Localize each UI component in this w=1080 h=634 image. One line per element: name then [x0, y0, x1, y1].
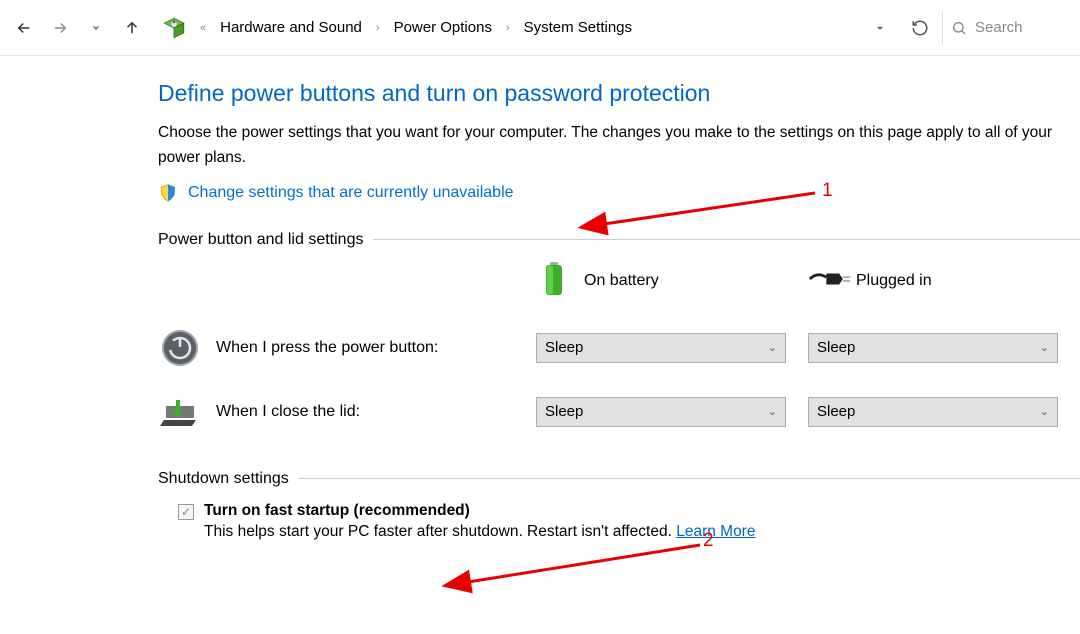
column-header-battery: On battery	[536, 261, 808, 302]
chevron-right-icon[interactable]: ›	[502, 22, 514, 34]
chevron-down-icon: ⌄	[768, 405, 777, 418]
fast-startup-checkbox[interactable]: ✓	[178, 504, 194, 520]
power-button-plugged-dropdown[interactable]: Sleep⌄	[808, 333, 1058, 363]
power-button-battery-dropdown[interactable]: Sleep⌄	[536, 333, 786, 363]
power-button-row: When I press the power button: Sleep⌄ Sl…	[158, 328, 1080, 368]
change-unavailable-settings-link[interactable]: Change settings that are currently unava…	[188, 184, 514, 202]
page-title: Define power buttons and turn on passwor…	[158, 80, 1080, 107]
up-button[interactable]	[116, 12, 148, 44]
forward-button[interactable]	[44, 12, 76, 44]
search-icon	[951, 20, 967, 36]
search-input[interactable]	[975, 19, 1055, 36]
close-lid-icon	[158, 394, 202, 430]
breadcrumb[interactable]: « Hardware and Sound › Power Options › S…	[196, 15, 858, 40]
close-lid-plugged-dropdown[interactable]: Sleep⌄	[808, 397, 1058, 427]
chevron-right-icon[interactable]: ›	[372, 22, 384, 34]
chevron-down-icon: ⌄	[768, 341, 777, 354]
content-area: Define power buttons and turn on passwor…	[0, 56, 1080, 541]
row-label-text: When I press the power button:	[216, 339, 438, 357]
toolbar: « Hardware and Sound › Power Options › S…	[0, 0, 1080, 56]
annotation-label-1: 1	[822, 180, 833, 202]
section-header-power-button: Power button and lid settings	[158, 231, 1080, 249]
fast-startup-description: This helps start your PC faster after sh…	[204, 523, 755, 541]
power-button-icon	[158, 328, 202, 368]
annotation-label-2: 2	[703, 530, 714, 552]
back-button[interactable]	[8, 12, 40, 44]
battery-icon	[536, 261, 572, 302]
recent-locations-button[interactable]	[80, 12, 112, 44]
chevron-down-icon: ⌄	[1040, 405, 1049, 418]
column-header-plugged: Plugged in	[808, 261, 1080, 302]
fast-startup-label: Turn on fast startup (recommended)	[204, 502, 755, 520]
breadcrumb-item[interactable]: Power Options	[388, 15, 498, 40]
breadcrumb-item[interactable]: System Settings	[518, 15, 638, 40]
section-header-shutdown: Shutdown settings	[158, 470, 1080, 488]
search-box[interactable]	[942, 12, 1072, 44]
chevron-down-icon: ⌄	[1040, 341, 1049, 354]
close-lid-row: When I close the lid: Sleep⌄ Sleep⌄	[158, 394, 1080, 430]
breadcrumb-item[interactable]: Hardware and Sound	[214, 15, 368, 40]
plug-icon	[808, 268, 844, 295]
close-lid-battery-dropdown[interactable]: Sleep⌄	[536, 397, 786, 427]
fast-startup-row: ✓ Turn on fast startup (recommended) Thi…	[178, 502, 1080, 541]
control-panel-icon	[160, 14, 188, 42]
uac-shield-icon	[158, 183, 178, 203]
page-intro: Choose the power settings that you want …	[158, 121, 1078, 171]
learn-more-link[interactable]: Learn More	[676, 523, 755, 540]
refresh-button[interactable]	[902, 10, 938, 46]
chevron-icon[interactable]: «	[196, 22, 210, 34]
row-label-text: When I close the lid:	[216, 403, 360, 421]
address-dropdown-button[interactable]	[862, 10, 898, 46]
